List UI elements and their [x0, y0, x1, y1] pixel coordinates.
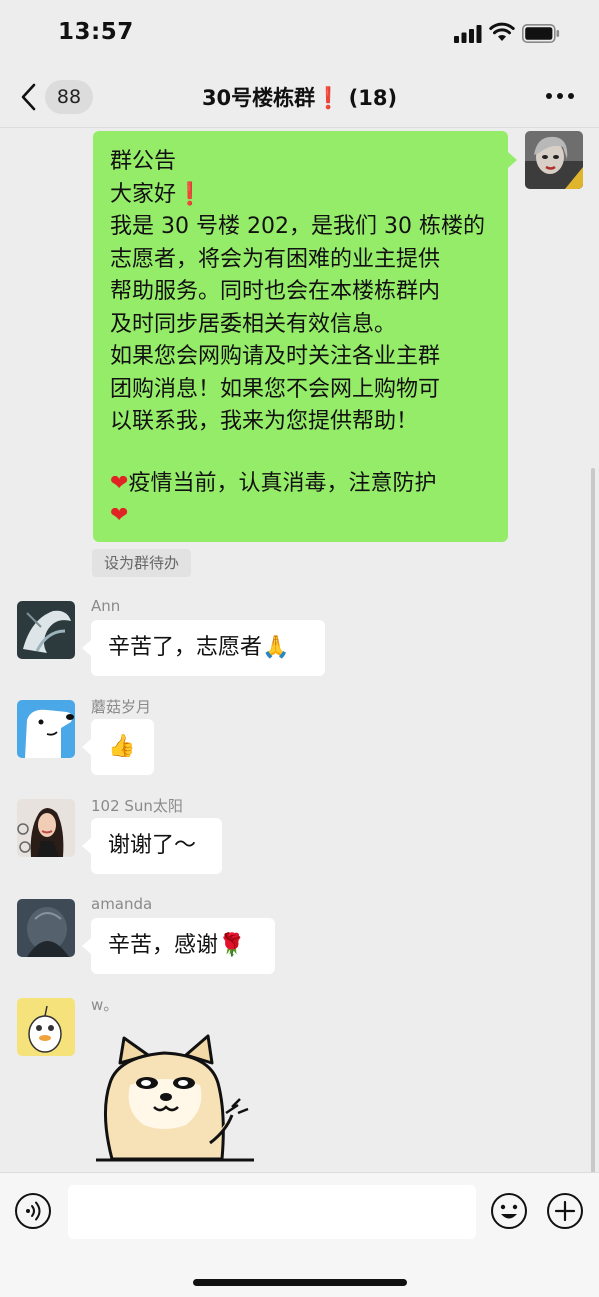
announcement-line: ❤疫情当前，认真消毒，注意防护: [110, 470, 437, 496]
sender-name: w。: [91, 996, 119, 1014]
sender-name: 蘑菇岁月: [91, 698, 152, 716]
bubble-tail: [508, 152, 517, 168]
message-text: 辛苦，感谢: [108, 933, 219, 958]
wifi-icon: [489, 22, 515, 41]
chat-header: 88 30号楼栋群❗ (18): [0, 66, 599, 128]
input-bar: [0, 1172, 599, 1297]
bubble-tail: [82, 739, 91, 755]
chat-screen: 13:57 88 30号楼栋群❗ (18) 群公告 大家好❗ 我是 30 号楼 …: [0, 0, 599, 1297]
home-indicator: [193, 1279, 407, 1286]
battery-icon: [522, 24, 560, 43]
announcement-line: 如果您会网购请及时关注各业主群: [110, 344, 441, 369]
avatar-w[interactable]: [17, 998, 75, 1056]
announcement-line: 团购消息！如果您不会网上购物可: [110, 376, 441, 402]
bubble-tail: [82, 640, 91, 656]
rose-icon: 🌹: [218, 933, 246, 958]
announcement-line: 我是 30 号楼 202，是我们 30 栋楼的: [110, 214, 485, 239]
sender-name: amanda: [91, 895, 153, 913]
sender-name: Ann: [91, 597, 121, 615]
announcement-line: 帮助服务。同时也会在本楼栋群内: [110, 279, 441, 304]
message-list[interactable]: 群公告 大家好❗ 我是 30 号楼 202，是我们 30 栋楼的 志愿者，将会为…: [0, 128, 599, 1172]
scrollbar[interactable]: [591, 468, 595, 1172]
thumbs-up-icon: 👍: [108, 734, 136, 759]
message-text: 谢谢了～: [108, 833, 197, 858]
announcement-line: 及时同步居委相关有效信息。: [110, 311, 397, 337]
heart-icon: ❤: [110, 470, 129, 496]
message-bubble[interactable]: 辛苦，感谢🌹: [91, 918, 275, 974]
doge-sticker[interactable]: [94, 1033, 259, 1163]
group-title: 30号楼栋群❗ (18): [201, 86, 398, 110]
more-icon[interactable]: [545, 92, 575, 100]
sender-name: 102 Sun太阳: [91, 797, 183, 815]
announcement-text: 群公告 大家好❗ 我是 30 号楼 202，是我们 30 栋楼的 志愿者，将会为…: [110, 146, 508, 533]
set-group-todo-button[interactable]: 设为群待办: [92, 549, 192, 577]
status-time: 13:57: [58, 19, 134, 45]
heart-icon: ❤: [110, 503, 129, 528]
announcement-line: 群公告: [110, 149, 177, 174]
announcement-bubble[interactable]: 群公告 大家好❗ 我是 30 号楼 202，是我们 30 栋楼的 志愿者，将会为…: [93, 131, 508, 542]
bubble-tail: [82, 938, 91, 954]
message-emoji: 🙏: [262, 635, 290, 660]
signal-icon: [454, 25, 482, 43]
message-bubble[interactable]: 辛苦了，志愿者🙏: [91, 620, 325, 676]
avatar-sun[interactable]: [17, 799, 75, 857]
announcement-line: 大家好❗: [110, 181, 204, 207]
avatar-amanda[interactable]: [17, 899, 75, 957]
avatar-ann[interactable]: [17, 601, 75, 659]
announcement-line: 志愿者，将会为有困难的业主提供: [110, 246, 441, 272]
status-bar: 13:57: [0, 0, 599, 66]
voice-icon[interactable]: [14, 1192, 52, 1230]
emoji-icon[interactable]: [490, 1192, 528, 1230]
message-bubble[interactable]: 谢谢了～: [91, 818, 222, 874]
message-text: 辛苦了，志愿者: [108, 635, 263, 660]
message-input[interactable]: [68, 1185, 476, 1239]
avatar-mushroom[interactable]: [17, 700, 75, 758]
message-bubble[interactable]: 👍: [91, 719, 154, 775]
announcement-line: 以联系我，我来为您提供帮助！: [110, 409, 419, 434]
plus-icon[interactable]: [546, 1192, 584, 1230]
bubble-tail: [82, 838, 91, 854]
self-avatar[interactable]: [525, 131, 583, 189]
